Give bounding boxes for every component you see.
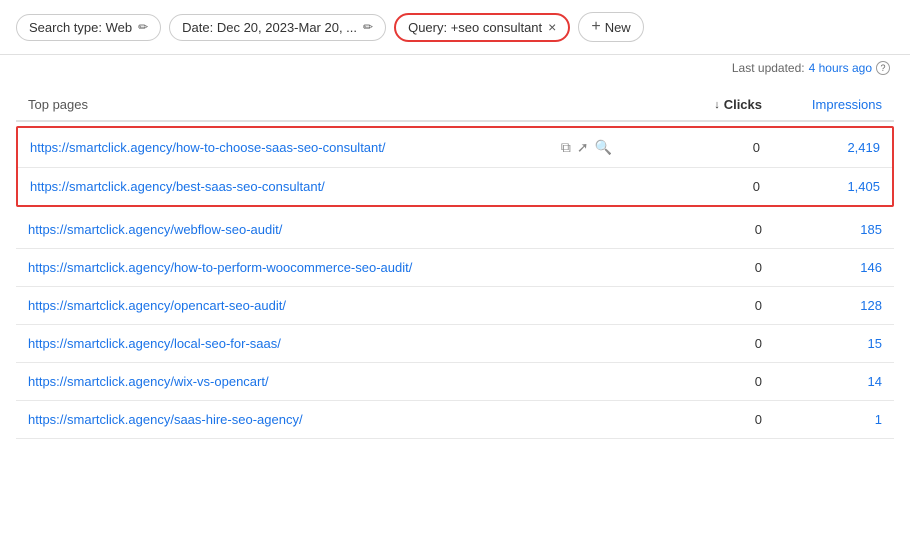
copy-icon[interactable]: ⧉ (561, 139, 571, 156)
table-row[interactable]: https://smartclick.agency/opencart-seo-a… (16, 287, 894, 325)
row-impressions: 1 (762, 412, 882, 427)
results-table: Top pages ↓ Clicks Impressions https://s… (16, 89, 894, 439)
row-clicks: 0 (620, 179, 760, 194)
search-type-edit-icon[interactable]: ✏ (138, 20, 148, 34)
new-button-label: New (605, 20, 631, 35)
clicks-label: Clicks (724, 97, 762, 112)
row-clicks: 0 (622, 412, 762, 427)
row-url[interactable]: https://smartclick.agency/saas-hire-seo-… (28, 412, 622, 427)
row-url[interactable]: https://smartclick.agency/webflow-seo-au… (28, 222, 622, 237)
row-url[interactable]: https://smartclick.agency/how-to-choose-… (30, 140, 561, 155)
table-row[interactable]: https://smartclick.agency/how-to-choose-… (18, 128, 892, 168)
table-row[interactable]: https://smartclick.agency/wix-vs-opencar… (16, 363, 894, 401)
date-label: Date: Dec 20, 2023-Mar 20, ... (182, 20, 357, 35)
search-type-chip[interactable]: Search type: Web ✏ (16, 14, 161, 41)
last-updated-prefix: Last updated: (732, 61, 805, 75)
table-row[interactable]: https://smartclick.agency/saas-hire-seo-… (16, 401, 894, 439)
query-close-icon[interactable]: × (548, 20, 556, 34)
search-inspect-icon[interactable]: 🔍 (595, 139, 612, 156)
new-button[interactable]: + New (578, 12, 643, 42)
plus-icon: + (591, 18, 600, 36)
info-icon[interactable]: ? (876, 61, 890, 75)
highlighted-rows-group: https://smartclick.agency/how-to-choose-… (16, 126, 894, 207)
filter-bar: Search type: Web ✏ Date: Dec 20, 2023-Ma… (0, 0, 910, 55)
row-clicks: 0 (622, 298, 762, 313)
main-content: Top pages ↓ Clicks Impressions https://s… (0, 89, 910, 439)
table-row[interactable]: https://smartclick.agency/how-to-perform… (16, 249, 894, 287)
row-clicks: 0 (622, 374, 762, 389)
table-row[interactable]: https://smartclick.agency/local-seo-for-… (16, 325, 894, 363)
table-header: Top pages ↓ Clicks Impressions (16, 89, 894, 122)
col-impressions-header[interactable]: Impressions (762, 97, 882, 112)
query-label: Query: +seo consultant (408, 20, 542, 35)
row-impressions: 128 (762, 298, 882, 313)
row-clicks: 0 (622, 260, 762, 275)
row-impressions: 1,405 (760, 179, 880, 194)
row-clicks: 0 (620, 140, 760, 155)
row-url[interactable]: https://smartclick.agency/wix-vs-opencar… (28, 374, 622, 389)
row-impressions: 2,419 (760, 140, 880, 155)
search-type-label: Search type: Web (29, 20, 132, 35)
last-updated-bar: Last updated: 4 hours ago ? (0, 55, 910, 81)
row-impressions: 146 (762, 260, 882, 275)
table-row[interactable]: https://smartclick.agency/webflow-seo-au… (16, 211, 894, 249)
row-url[interactable]: https://smartclick.agency/how-to-perform… (28, 260, 622, 275)
date-edit-icon[interactable]: ✏ (363, 20, 373, 34)
table-row[interactable]: https://smartclick.agency/best-saas-seo-… (18, 168, 892, 205)
row-impressions: 185 (762, 222, 882, 237)
col-page-header: Top pages (28, 97, 622, 112)
sort-down-icon: ↓ (714, 99, 720, 111)
date-chip[interactable]: Date: Dec 20, 2023-Mar 20, ... ✏ (169, 14, 386, 41)
external-link-icon[interactable]: ➚ (577, 139, 589, 156)
row-impressions: 14 (762, 374, 882, 389)
last-updated-time: 4 hours ago (809, 61, 872, 75)
query-chip[interactable]: Query: +seo consultant × (394, 13, 570, 42)
row-clicks: 0 (622, 222, 762, 237)
row-clicks: 0 (622, 336, 762, 351)
row-url[interactable]: https://smartclick.agency/local-seo-for-… (28, 336, 622, 351)
col-clicks-header[interactable]: ↓ Clicks (622, 97, 762, 112)
row-action-icons: ⧉ ➚ 🔍 (561, 139, 612, 156)
row-url[interactable]: https://smartclick.agency/best-saas-seo-… (30, 179, 620, 194)
row-url[interactable]: https://smartclick.agency/opencart-seo-a… (28, 298, 622, 313)
row-impressions: 15 (762, 336, 882, 351)
